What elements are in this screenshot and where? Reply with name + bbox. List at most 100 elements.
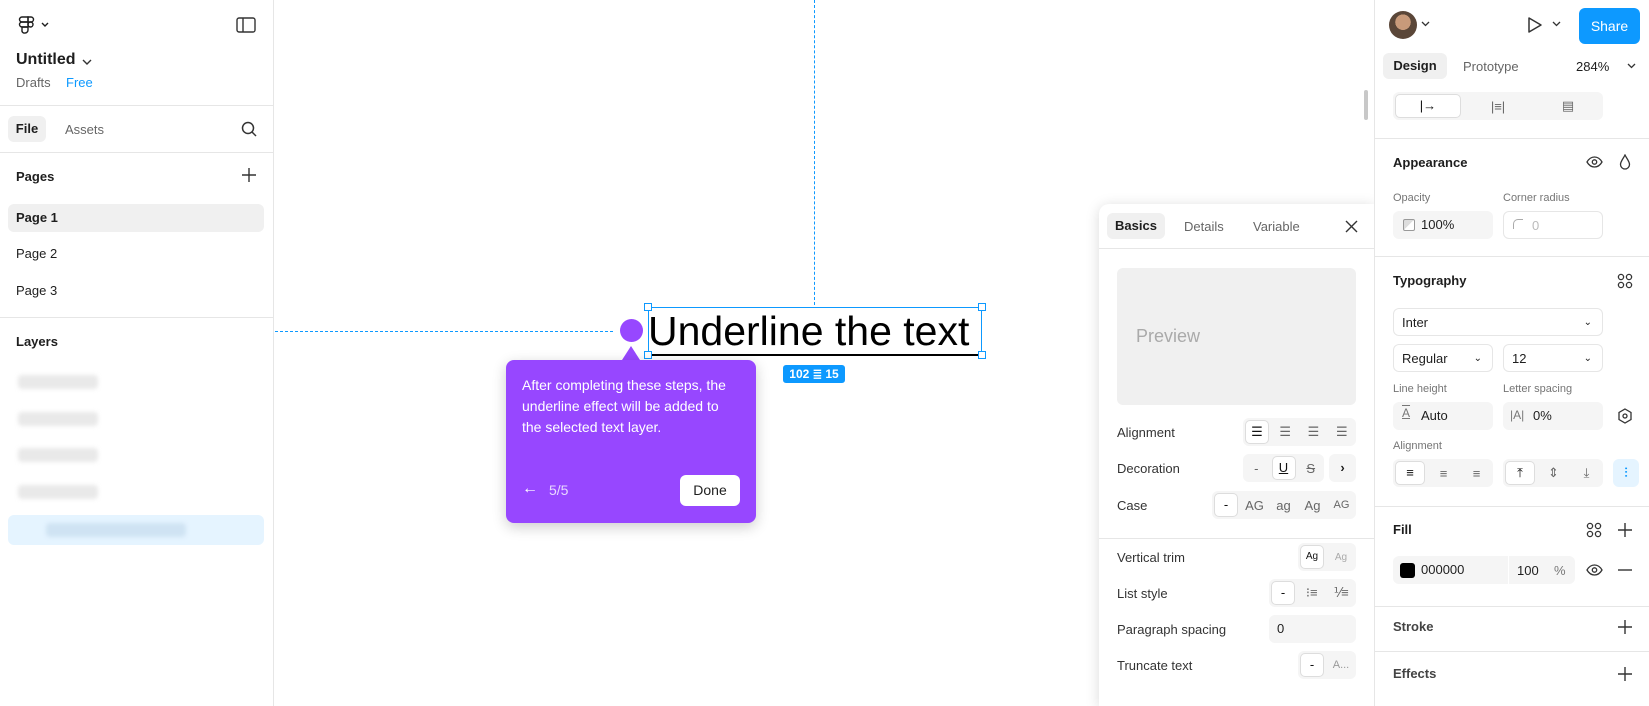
add-effect-icon[interactable] — [1615, 664, 1635, 684]
close-icon[interactable] — [1342, 217, 1360, 235]
back-arrow-icon[interactable]: ← — [522, 480, 538, 498]
layer-row[interactable] — [18, 375, 98, 389]
align-justify-icon[interactable]: ☰ — [1328, 424, 1356, 440]
style-grid-icon[interactable] — [1615, 271, 1635, 291]
horizontal-align-options[interactable]: ≡ ≡ ≡ — [1393, 459, 1493, 487]
chevron-down-icon[interactable] — [1419, 18, 1431, 30]
trim-cap-icon[interactable]: Ag — [1326, 552, 1356, 563]
fill-swatch[interactable] — [1400, 563, 1415, 578]
search-icon[interactable] — [239, 119, 259, 139]
effects-title: Effects — [1393, 666, 1437, 681]
resize-handle[interactable] — [644, 351, 652, 359]
case-small-caps[interactable]: AG — [1327, 499, 1356, 511]
remove-fill-icon[interactable] — [1615, 560, 1635, 580]
tab-design[interactable]: Design — [1383, 53, 1447, 79]
strikethrough-icon[interactable]: S — [1298, 461, 1325, 476]
align-top-icon[interactable]: ⤒ — [1505, 461, 1535, 485]
list-none[interactable]: - — [1271, 581, 1295, 605]
trim-standard-icon[interactable]: Ag — [1300, 545, 1324, 569]
case-lower[interactable]: ag — [1269, 498, 1298, 513]
eye-icon[interactable] — [1584, 560, 1604, 580]
decoration-options[interactable]: - U S — [1243, 454, 1324, 482]
chevron-right-icon[interactable]: › — [1329, 454, 1356, 482]
alignment-options[interactable]: ☰ ☰ ☰ ☰ — [1243, 418, 1356, 446]
add-stroke-icon[interactable] — [1615, 617, 1635, 637]
canvas-scrollbar[interactable] — [1364, 90, 1368, 120]
case-none[interactable]: - — [1214, 493, 1238, 517]
align-bottom-icon[interactable]: ⤓ — [1570, 465, 1603, 481]
font-size-select[interactable]: 12 ⌄ — [1503, 344, 1603, 372]
file-title[interactable]: Untitled — [16, 51, 76, 69]
list-style-options[interactable]: - ⁝≡ ⅟≡ — [1269, 579, 1356, 607]
tab-prototype[interactable]: Prototype — [1463, 59, 1519, 74]
tab-file[interactable]: File — [8, 116, 46, 142]
auto-width-icon[interactable]: |→ — [1395, 94, 1461, 118]
eye-icon[interactable] — [1584, 152, 1604, 172]
align-right-icon[interactable]: ≡ — [1460, 466, 1493, 481]
opacity-icon — [1403, 219, 1415, 231]
fill-opacity[interactable]: 100 — [1517, 563, 1539, 578]
tab-variable[interactable]: Variable — [1253, 219, 1300, 234]
align-center-icon[interactable]: ≡ — [1427, 466, 1460, 481]
tab-assets[interactable]: Assets — [65, 122, 104, 137]
resize-handle[interactable] — [644, 303, 652, 311]
page-item-3[interactable]: Page 3 — [8, 277, 264, 305]
chevron-down-icon[interactable] — [1550, 18, 1562, 30]
text-options-icon[interactable]: ⫶ — [1613, 459, 1639, 487]
layer-row[interactable] — [18, 448, 98, 462]
style-grid-icon[interactable] — [1584, 520, 1604, 540]
chevron-down-icon[interactable] — [80, 55, 94, 69]
layer-row[interactable] — [18, 485, 98, 499]
page-item-2[interactable]: Page 2 — [8, 240, 264, 268]
layer-row[interactable] — [18, 412, 98, 426]
drafts-link[interactable]: Drafts — [16, 75, 51, 90]
line-height-label: Line height — [1393, 383, 1447, 395]
align-left-icon[interactable]: ☰ — [1245, 420, 1269, 444]
bulleted-list-icon[interactable]: ⁝≡ — [1297, 585, 1327, 601]
resize-handle[interactable] — [978, 303, 986, 311]
resize-handle[interactable] — [978, 351, 986, 359]
add-page-icon[interactable] — [240, 166, 258, 184]
vertical-trim-options[interactable]: Ag Ag — [1298, 543, 1356, 571]
opacity-value: 100% — [1421, 217, 1455, 232]
add-fill-icon[interactable] — [1615, 520, 1635, 540]
text-layer[interactable]: Underline the text — [648, 308, 988, 354]
play-icon[interactable] — [1524, 14, 1546, 36]
vertical-align-options[interactable]: ⤒ ⇕ ⤓ — [1503, 459, 1603, 487]
case-title[interactable]: Ag — [1298, 498, 1327, 513]
decoration-none[interactable]: - — [1243, 461, 1270, 476]
truncate-none[interactable]: - — [1300, 653, 1324, 677]
figma-menu-icon[interactable] — [16, 14, 52, 36]
case-upper[interactable]: AG — [1240, 498, 1269, 513]
done-button[interactable]: Done — [680, 475, 740, 506]
chevron-down-icon[interactable] — [1625, 60, 1637, 72]
truncate-options[interactable]: - A... — [1298, 651, 1356, 679]
fill-input[interactable]: 000000 — [1393, 556, 1575, 584]
font-weight-value: Regular — [1402, 351, 1448, 366]
page-item-1[interactable]: Page 1 — [8, 204, 264, 232]
type-settings-icon[interactable] — [1615, 406, 1635, 426]
align-middle-icon[interactable]: ⇕ — [1537, 465, 1570, 481]
font-weight-select[interactable]: Regular ⌄ — [1393, 344, 1493, 372]
align-left-icon[interactable]: ≡ — [1395, 461, 1425, 485]
chevron-down-icon: ⌄ — [1583, 317, 1592, 328]
font-family-select[interactable]: Inter ⌄ — [1393, 308, 1603, 336]
tab-details[interactable]: Details — [1184, 219, 1224, 234]
tab-basics[interactable]: Basics — [1107, 213, 1165, 239]
truncate-ellipsis[interactable]: A... — [1326, 659, 1356, 671]
numbered-list-icon[interactable]: ⅟≡ — [1327, 585, 1357, 601]
avatar[interactable] — [1389, 11, 1417, 39]
resizing-options[interactable]: |→ |≡| ▤ — [1393, 92, 1603, 120]
sidebar-toggle-icon[interactable] — [234, 14, 258, 36]
underline-icon[interactable]: U — [1271, 456, 1296, 480]
drop-icon[interactable] — [1615, 152, 1635, 172]
auto-height-icon[interactable]: |≡| — [1463, 99, 1533, 114]
font-family-value: Inter — [1402, 315, 1429, 330]
case-options[interactable]: - AG ag Ag AG — [1212, 491, 1356, 519]
zoom-level[interactable]: 284% — [1576, 59, 1609, 74]
align-right-icon[interactable]: ☰ — [1299, 424, 1327, 440]
fixed-size-icon[interactable]: ▤ — [1533, 98, 1603, 114]
align-center-icon[interactable]: ☰ — [1271, 424, 1299, 440]
paragraph-spacing-input[interactable]: 0 — [1269, 615, 1356, 643]
share-button[interactable]: Share — [1579, 8, 1640, 44]
